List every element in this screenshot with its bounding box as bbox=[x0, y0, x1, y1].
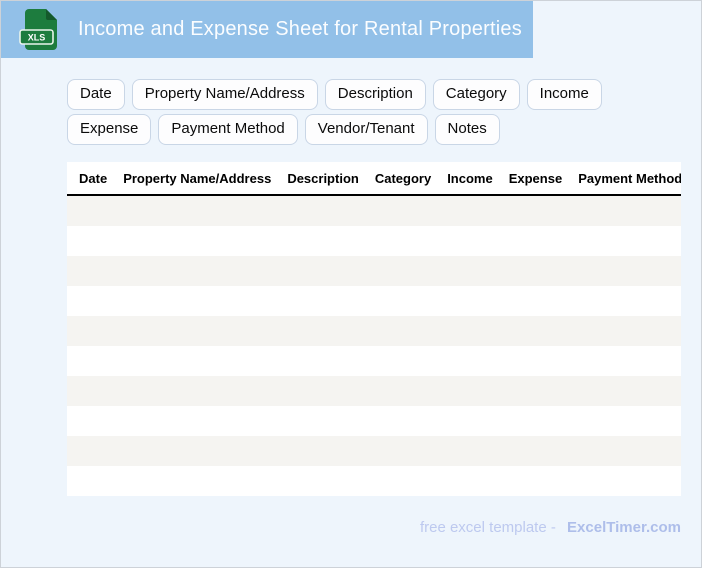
table-row bbox=[67, 196, 681, 226]
column-header-expense: Expense bbox=[508, 170, 563, 186]
xls-icon-label: XLS bbox=[28, 32, 46, 42]
chip-property-name-address[interactable]: Property Name/Address bbox=[131, 79, 318, 110]
footer-note: free excel template - bbox=[419, 519, 556, 536]
column-header-category: Category bbox=[374, 170, 432, 186]
header-banner: XLS Income and Expense Sheet for Rental … bbox=[1, 1, 533, 58]
chip-income[interactable]: Income bbox=[526, 79, 602, 110]
table-row bbox=[67, 466, 681, 496]
table-row bbox=[67, 406, 681, 436]
footer-brand-link[interactable]: ExcelTimer.com bbox=[567, 519, 681, 536]
footer: free excel template - ExcelTimer.com bbox=[67, 519, 681, 536]
column-header-income: Income bbox=[447, 170, 493, 186]
column-chips: Date Property Name/Address Description Cate… bbox=[67, 79, 681, 145]
chip-date[interactable]: Date bbox=[67, 79, 125, 110]
chip-description[interactable]: Description bbox=[324, 79, 426, 110]
spreadsheet-table: Date Property Name/Address Description Cate… bbox=[67, 162, 681, 496]
xls-file-icon: XLS bbox=[19, 8, 57, 50]
table-row bbox=[67, 286, 681, 316]
column-header-date: Date bbox=[79, 170, 108, 186]
table-row bbox=[67, 256, 681, 286]
chip-expense[interactable]: Expense bbox=[67, 114, 152, 145]
table-header-row: Date Property Name/Address Description Cate… bbox=[67, 162, 681, 196]
table-row bbox=[67, 376, 681, 406]
chip-payment-method[interactable]: Payment Method bbox=[158, 114, 298, 145]
table-row bbox=[67, 316, 681, 346]
table-row bbox=[67, 226, 681, 256]
column-header-description: Description bbox=[287, 170, 359, 186]
table-row bbox=[67, 436, 681, 466]
chip-notes[interactable]: Notes bbox=[434, 114, 500, 145]
table-body bbox=[67, 196, 681, 496]
page: { "header": { "title": "Income and Expen… bbox=[0, 0, 702, 568]
table-row bbox=[67, 346, 681, 376]
page-title: Income and Expense Sheet for Rental Prop… bbox=[78, 18, 522, 40]
column-header-property-name-address: Property Name/Address bbox=[123, 170, 272, 186]
chip-category[interactable]: Category bbox=[432, 79, 520, 110]
column-header-payment-method: Payment Method bbox=[578, 170, 681, 186]
chip-vendor-tenant[interactable]: Vendor/Tenant bbox=[304, 114, 428, 145]
